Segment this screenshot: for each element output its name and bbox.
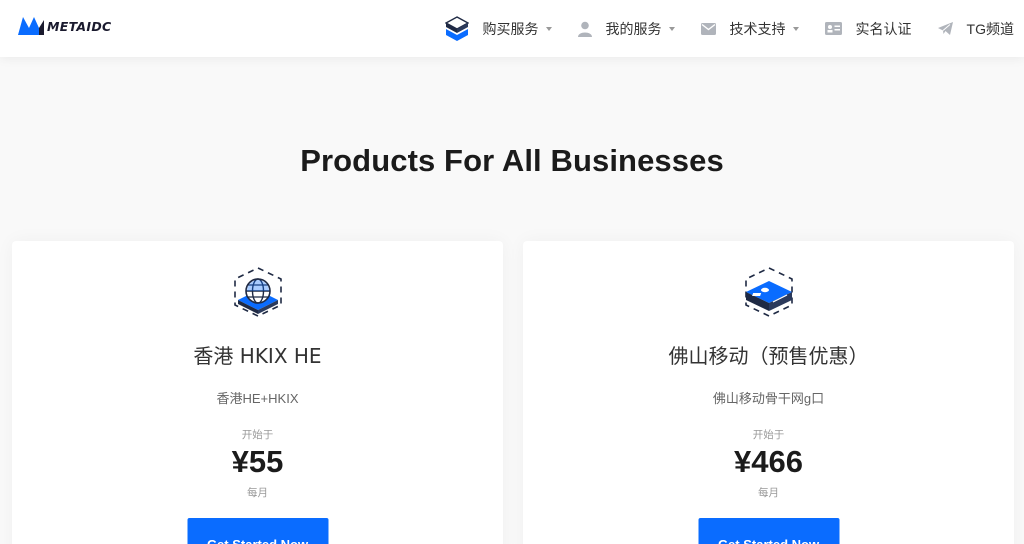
server-icon — [744, 267, 793, 317]
id-card-icon — [824, 22, 842, 35]
price-unit: 每月 — [247, 487, 268, 499]
nav-item-tech-support[interactable]: 技术支持 — [700, 0, 799, 57]
nav-item-tg-channel[interactable]: TG频道 — [937, 0, 1014, 57]
chevron-down-icon — [545, 26, 552, 31]
metaidc-logo-icon — [18, 17, 44, 35]
nav-label: TG频道 — [966, 20, 1014, 37]
cube-stack-icon — [444, 15, 469, 42]
user-icon — [577, 21, 592, 37]
get-started-button[interactable]: Get Started Now — [698, 518, 839, 544]
chevron-down-icon — [668, 26, 675, 31]
site-header: METAIDC 购买服务 我的服务 技术支持 实名认证 TG频道 — [0, 0, 1024, 57]
product-name: 香港 HKIX HE — [193, 344, 322, 368]
product-name: 佛山移动（预售优惠） — [668, 344, 869, 368]
nav-label: 购买服务 — [482, 20, 539, 37]
nav-label: 我的服务 — [605, 20, 662, 37]
product-description: 香港HE+HKIX — [216, 391, 299, 406]
chevron-down-icon — [792, 26, 799, 31]
product-description: 佛山移动骨干网g口 — [712, 391, 825, 406]
product-card-hkix: 香港 HKIX HE 香港HE+HKIX 开始于 ¥55 每月 Get Star… — [12, 241, 503, 544]
telegram-icon — [937, 22, 953, 35]
nav-label: 技术支持 — [729, 20, 786, 37]
globe-network-icon — [233, 267, 282, 317]
nav-label: 实名认证 — [855, 20, 912, 37]
logo-text: METAIDC — [47, 18, 112, 34]
mail-icon — [700, 22, 716, 35]
get-started-button[interactable]: Get Started Now — [187, 518, 328, 544]
price-from-label: 开始于 — [752, 429, 785, 441]
page-title: Products For All Businesses — [300, 143, 724, 178]
price-unit: 每月 — [758, 487, 779, 499]
product-price: ¥55 — [231, 444, 284, 479]
nav-item-buy-services[interactable]: 购买服务 — [444, 0, 552, 57]
price-from-label: 开始于 — [241, 429, 274, 441]
product-price: ¥466 — [734, 444, 803, 479]
nav-item-my-services[interactable]: 我的服务 — [577, 0, 675, 57]
product-card-foshan: 佛山移动（预售优惠） 佛山移动骨干网g口 开始于 ¥466 每月 Get Sta… — [523, 241, 1014, 544]
nav-item-real-name-auth[interactable]: 实名认证 — [824, 0, 912, 57]
main-nav: 购买服务 我的服务 技术支持 实名认证 TG频道 — [419, 0, 1014, 57]
product-icon-wrap — [523, 266, 1014, 318]
brand-logo[interactable]: METAIDC — [18, 17, 112, 35]
product-icon-wrap — [12, 266, 503, 318]
